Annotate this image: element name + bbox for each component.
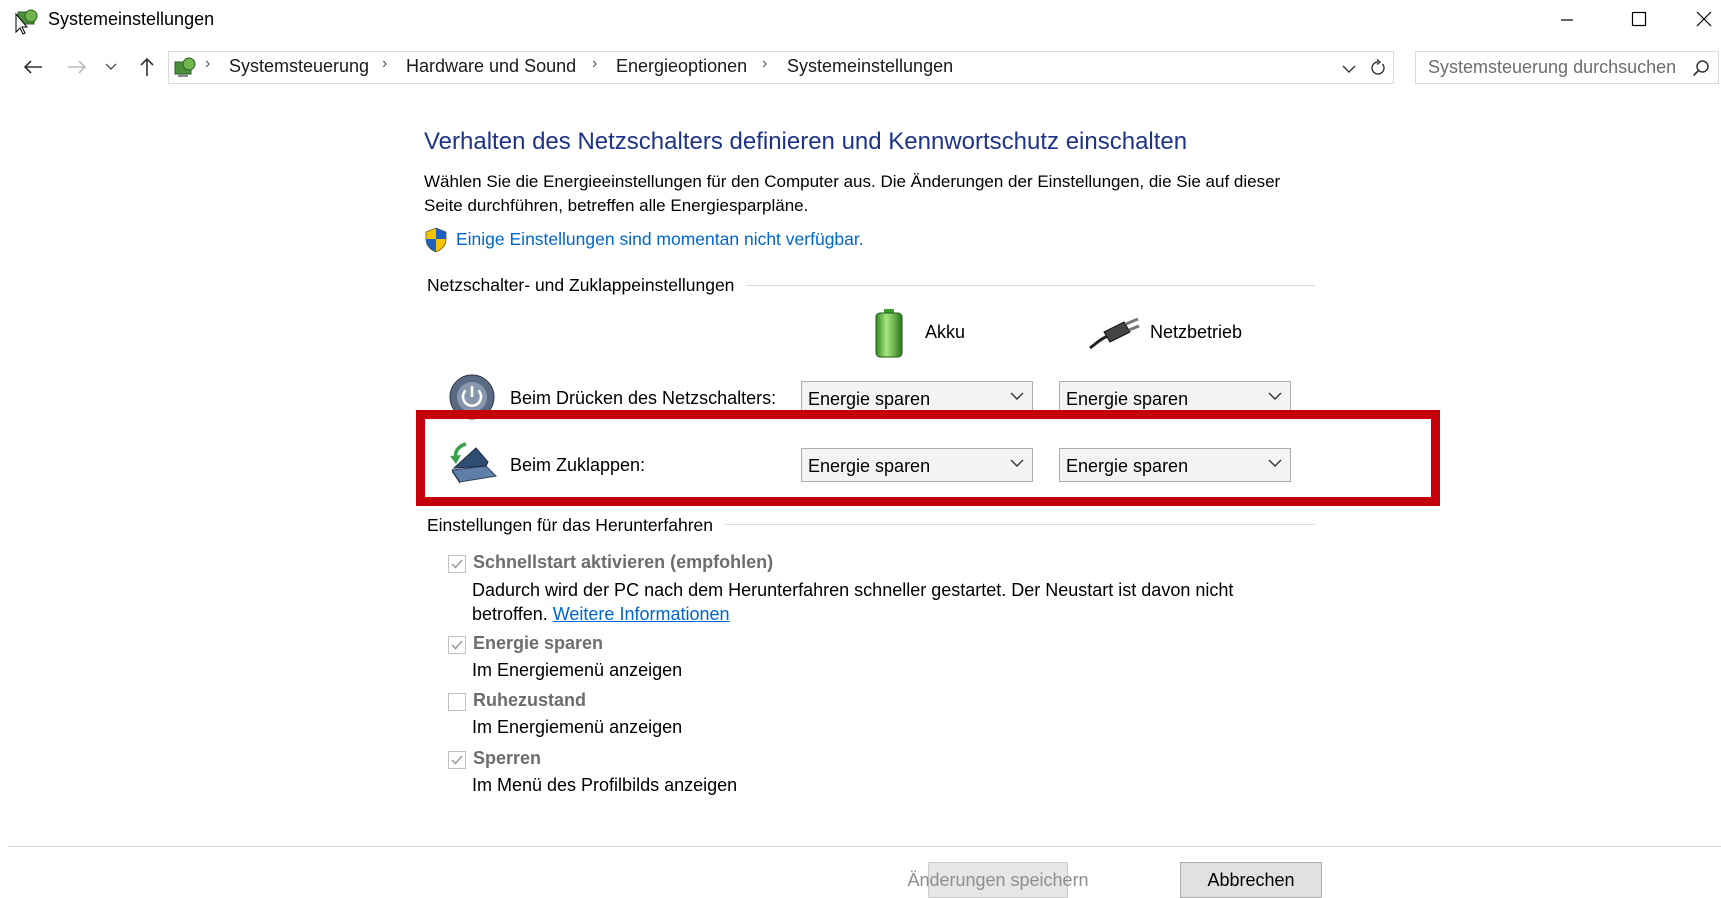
highlight-annotation-box (416, 410, 1440, 506)
breadcrumb-energieoptionen[interactable]: Energieoptionen (616, 56, 747, 77)
settings-unavailable-link[interactable]: Einige Einstellungen sind momentan nicht… (456, 229, 864, 250)
more-information-link[interactable]: Weitere Informationen (553, 604, 730, 624)
lock-description: Im Menü des Profilbilds anzeigen (472, 775, 738, 795)
power-plug-icon (1088, 316, 1140, 355)
select-value: Energie sparen (1066, 389, 1189, 409)
control-panel-icon (12, 6, 42, 41)
address-dropdown-button[interactable] (1338, 60, 1360, 78)
intro-text: Wählen Sie die Energieeinstellungen für … (424, 172, 1281, 215)
fast-startup-description: Dadurch wird der PC nach dem Herunterfah… (472, 578, 1292, 626)
sleep-label: Energie sparen (473, 633, 604, 653)
breadcrumb-separator: › (762, 55, 768, 72)
fast-startup-checkbox[interactable] (448, 555, 466, 573)
sleep-description: Im Energiemenü anzeigen (472, 660, 683, 680)
hibernate-checkbox[interactable] (448, 693, 466, 711)
chevron-down-icon (105, 63, 117, 70)
column-header-plugged-in: Netzbetrieb (1150, 322, 1243, 342)
chevron-down-icon (1342, 65, 1356, 73)
forward-button[interactable] (62, 52, 92, 82)
minimize-button[interactable] (1543, 0, 1591, 38)
page-title: Verhalten des Netzschalters definieren u… (424, 128, 1188, 155)
recent-locations-button[interactable] (101, 52, 121, 82)
checkmark-icon (451, 640, 463, 650)
power-settings-group-label: Netzschalter- und Zuklappeinstellungen (427, 275, 747, 296)
breadcrumb-systemeinstellungen[interactable]: Systemeinstellungen (787, 56, 953, 77)
column-header-battery: Akku (925, 322, 966, 342)
checkmark-icon (451, 755, 463, 765)
cancel-button[interactable]: Abbrechen (1180, 862, 1322, 898)
battery-icon (874, 308, 904, 363)
uac-shield-icon (424, 227, 448, 258)
chevron-down-icon (1268, 388, 1282, 404)
refresh-icon (1371, 59, 1385, 75)
lock-label: Sperren (473, 748, 542, 768)
back-button[interactable] (18, 52, 48, 82)
title-bar: Systemeinstellungen (0, 0, 1721, 38)
save-changes-button[interactable]: Änderungen speichern (907, 862, 1089, 898)
select-value: Energie sparen (808, 389, 931, 409)
arrow-up-icon (140, 57, 154, 76)
close-icon (1696, 11, 1711, 27)
window-title: Systemeinstellungen (48, 9, 215, 29)
breadcrumb-separator: › (382, 55, 388, 72)
close-button[interactable] (1686, 0, 1721, 38)
shutdown-settings-group-label: Einstellungen für das Herunterfahren (427, 515, 726, 536)
fast-startup-label: Schnellstart aktivieren (empfohlen) (473, 552, 774, 572)
search-icon[interactable] (1692, 59, 1710, 82)
arrow-right-icon (68, 60, 87, 74)
breadcrumb-separator: › (592, 55, 598, 72)
up-button[interactable] (132, 52, 162, 82)
power-button-label: Beim Drücken des Netzschalters: (510, 388, 777, 408)
control-panel-icon (172, 54, 198, 85)
minimize-icon (1561, 19, 1573, 21)
breadcrumb-hardware-und-sound[interactable]: Hardware und Sound (406, 56, 576, 77)
breadcrumb-separator: › (205, 55, 211, 72)
maximize-icon (1631, 11, 1647, 27)
maximize-button[interactable] (1615, 0, 1663, 38)
sleep-checkbox[interactable] (448, 636, 466, 654)
footer-divider (8, 846, 1721, 847)
checkmark-icon (451, 559, 463, 569)
hibernate-label: Ruhezustand (473, 690, 587, 710)
hibernate-description: Im Energiemenü anzeigen (472, 717, 683, 737)
refresh-button[interactable] (1366, 57, 1390, 79)
chevron-down-icon (1010, 388, 1024, 404)
lock-checkbox[interactable] (448, 751, 466, 769)
arrow-left-icon (23, 60, 42, 74)
search-placeholder[interactable]: Systemsteuerung durchsuchen (1428, 57, 1676, 78)
breadcrumb-systemsteuerung[interactable]: Systemsteuerung (229, 56, 369, 77)
